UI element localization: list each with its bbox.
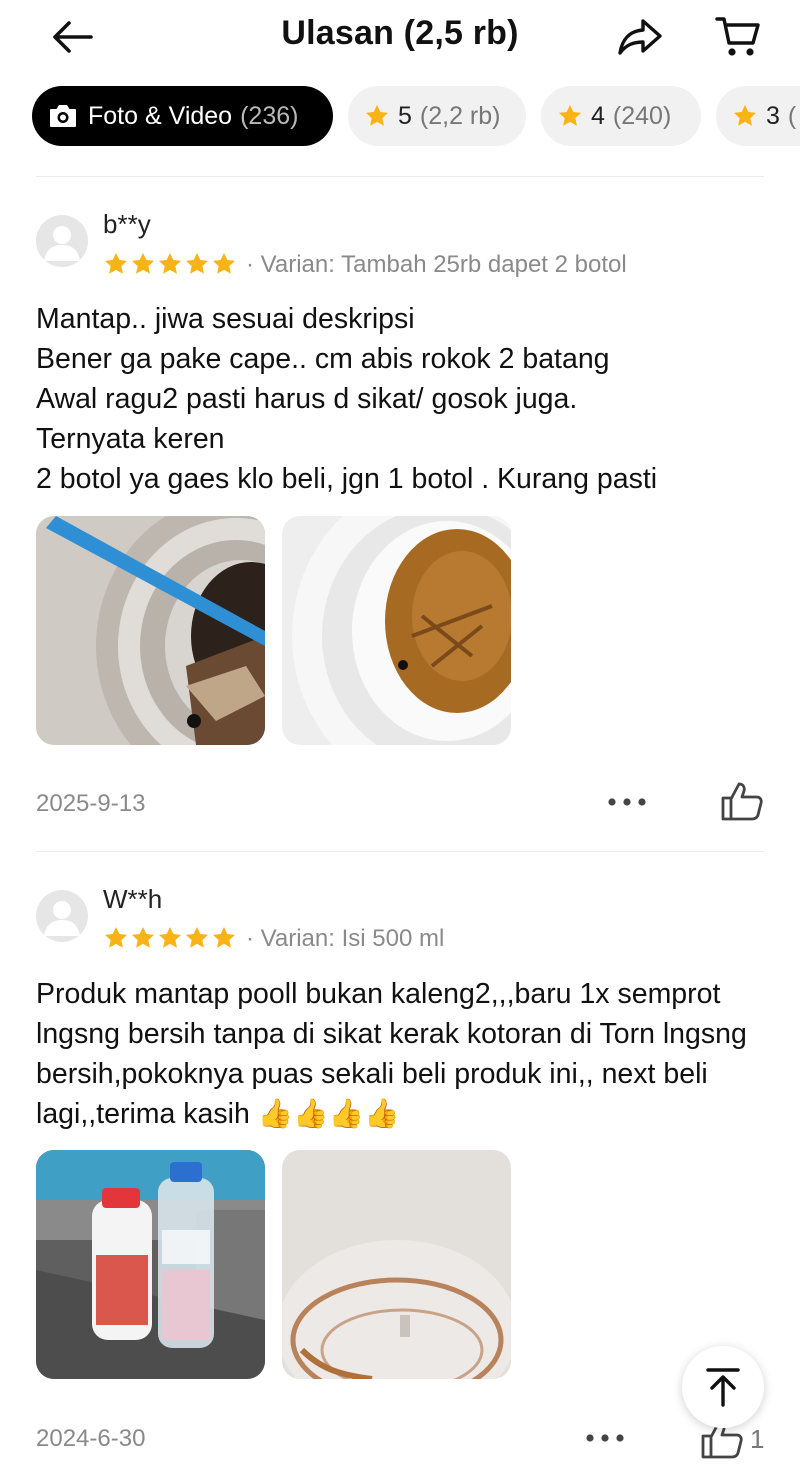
- page-title: Ulasan (2,5 rb): [281, 14, 519, 52]
- review-date: 2024-6-30: [36, 1425, 146, 1452]
- more-options-button[interactable]: [602, 787, 652, 817]
- review-photo[interactable]: [282, 1150, 511, 1379]
- share-icon: [618, 19, 662, 55]
- star-icon: [185, 926, 209, 948]
- star-icon: [212, 252, 236, 274]
- star-icon: [104, 252, 128, 274]
- review-photo[interactable]: [36, 516, 265, 745]
- share-button[interactable]: [612, 14, 668, 60]
- filter-chip-count: (2,2 rb): [419, 101, 501, 130]
- more-options-button[interactable]: [580, 1423, 630, 1453]
- filter-chip-count: (: [787, 101, 797, 130]
- review-date: 2025-9-13: [36, 790, 146, 817]
- thumbs-up-icon: [721, 782, 763, 821]
- star-icon: [212, 926, 236, 948]
- rating-stars: [103, 251, 237, 277]
- star-icon: [557, 103, 583, 129]
- arrow-up-to-top-icon: [706, 1368, 740, 1407]
- filter-chip-count: (240): [612, 101, 672, 130]
- divider: [36, 176, 764, 177]
- avatar: [36, 890, 88, 942]
- more-dots-icon: [586, 1434, 624, 1442]
- star-icon: [364, 103, 390, 129]
- star-icon: [158, 926, 182, 948]
- review-text: Mantap.. jiwa sesuai deskripsi Bener ga …: [36, 303, 658, 495]
- star-icon: [732, 103, 758, 129]
- like-count: 1: [750, 1423, 765, 1454]
- filter-chip-label: 3: [766, 101, 780, 130]
- star-icon: [104, 926, 128, 948]
- star-icon: [185, 252, 209, 274]
- rating-stars: [103, 925, 237, 951]
- review-photo[interactable]: [36, 1150, 265, 1379]
- camera-icon: [48, 103, 78, 129]
- review-text: Produk mantap pooll bukan kaleng2,,,baru…: [36, 978, 747, 1130]
- like-button[interactable]: [720, 780, 770, 822]
- review-username: W**h: [103, 884, 163, 914]
- divider: [36, 851, 764, 852]
- star-icon: [158, 252, 182, 274]
- review-variant: · Varian: Isi 500 ml: [246, 925, 445, 952]
- filter-chip-label: 4: [591, 101, 605, 130]
- filter-chip-5-star[interactable]: 5 (2,2 rb): [348, 86, 526, 146]
- filter-chip-count: (236): [240, 101, 299, 130]
- avatar: [36, 215, 88, 267]
- top-bar: Ulasan (2,5 rb): [0, 0, 800, 76]
- cart-button[interactable]: [710, 12, 766, 62]
- filter-chips: Foto & Video (236) 5 (2,2 rb) 4 (240) 3 …: [0, 84, 800, 150]
- star-icon: [131, 926, 155, 948]
- more-dots-icon: [608, 798, 646, 806]
- scroll-to-top-button[interactable]: [682, 1346, 764, 1428]
- filter-chip-3-star[interactable]: 3 (: [716, 86, 800, 146]
- review-photo[interactable]: [282, 516, 511, 745]
- cart-icon: [715, 17, 760, 56]
- filter-chip-label: 5: [398, 101, 412, 130]
- filter-chip-4-star[interactable]: 4 (240): [541, 86, 701, 146]
- review-variant: · Varian: Tambah 25rb dapet 2 botol: [246, 251, 627, 278]
- review-username: b**y: [103, 209, 151, 239]
- filter-chip-label: Foto & Video: [88, 101, 233, 130]
- star-icon: [131, 252, 155, 274]
- filter-chip-photo-video[interactable]: Foto & Video (236): [32, 86, 333, 146]
